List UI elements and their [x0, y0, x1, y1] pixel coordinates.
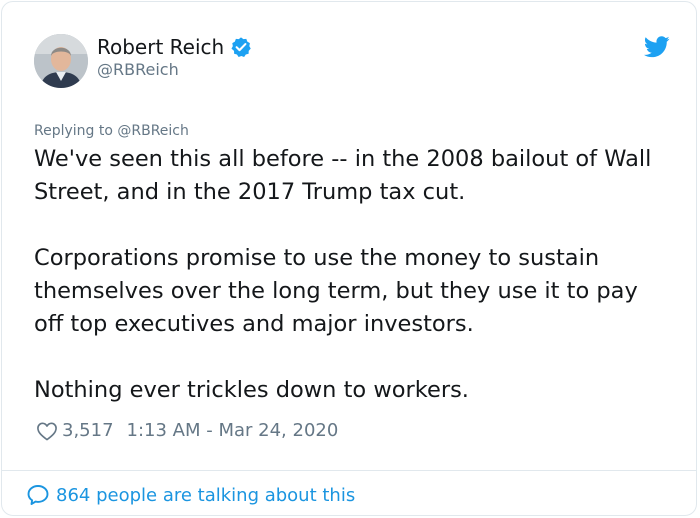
- like-count[interactable]: 3,517: [62, 420, 114, 441]
- heart-icon[interactable]: [36, 421, 58, 441]
- tweet-meta: 3,517 1:13 AM - Mar 24, 2020: [36, 420, 338, 441]
- tweet-text: We've seen this all before -- in the 200…: [34, 143, 674, 407]
- author-handle[interactable]: @RBReich: [97, 60, 179, 80]
- avatar[interactable]: [34, 34, 88, 88]
- tweet-paragraph: We've seen this all before -- in the 200…: [34, 146, 652, 205]
- tweet-card: Robert Reich @RBReich Replying to @RBRei…: [1, 1, 697, 516]
- avatar-image: [34, 34, 88, 88]
- twitter-bird-icon[interactable]: [644, 36, 670, 58]
- author-row: Robert Reich: [97, 34, 252, 60]
- tweet-paragraph: Nothing ever trickles down to workers.: [34, 377, 469, 403]
- tweet-paragraph: Corporations promise to use the money to…: [34, 245, 638, 337]
- talking-about-text[interactable]: 864 people are talking about this: [56, 485, 355, 506]
- timestamp[interactable]: 1:13 AM - Mar 24, 2020: [127, 420, 339, 441]
- speech-bubble-icon: [27, 485, 49, 505]
- divider: [2, 470, 696, 471]
- verified-badge-icon: [231, 37, 251, 57]
- replying-to[interactable]: Replying to @RBReich: [34, 122, 189, 140]
- author-name[interactable]: Robert Reich: [97, 34, 224, 60]
- talking-about-link[interactable]: 864 people are talking about this: [26, 483, 355, 507]
